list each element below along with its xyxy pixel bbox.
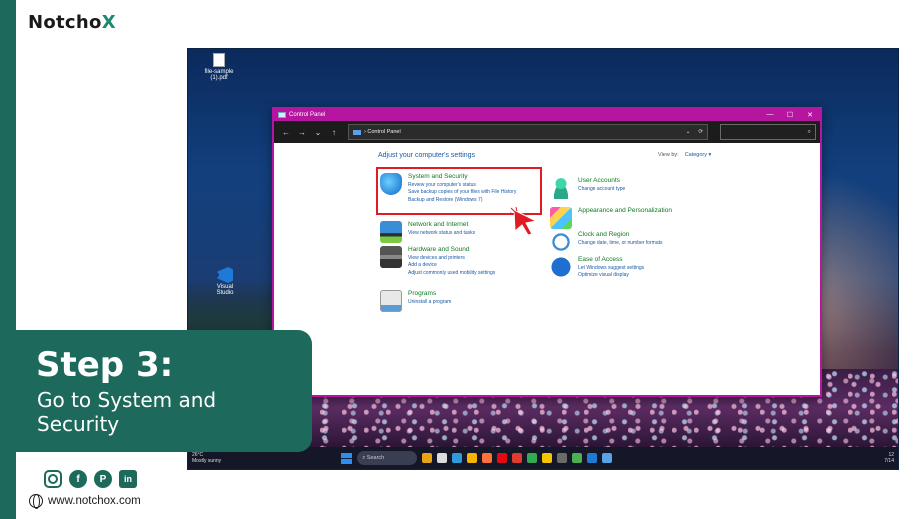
app-icon[interactable]: [587, 453, 598, 463]
category-clock-region[interactable]: Clock and Region Change date, time, or n…: [550, 231, 663, 253]
taskbar-search[interactable]: ⌕ Search: [357, 451, 418, 465]
control-panel-taskbar-icon[interactable]: [602, 453, 613, 463]
clock-icon: [550, 231, 572, 253]
search-icon: ⌕: [807, 128, 811, 135]
category-user-accounts[interactable]: User Accounts Change account type: [550, 177, 625, 199]
control-panel-icon: [278, 112, 286, 118]
weather-desc: Mostly sunny: [192, 458, 222, 464]
weather-widget[interactable]: 26°C Mostly sunny: [192, 452, 221, 464]
desktop-icon-pdf[interactable]: file-sample (1).pdf: [202, 53, 236, 81]
left-accent-strip: [0, 0, 16, 519]
back-arrow-icon[interactable]: ←: [278, 128, 294, 137]
close-button[interactable]: ✕: [800, 111, 820, 119]
printer-icon: [380, 246, 402, 268]
maximize-button[interactable]: ☐: [780, 111, 800, 119]
store-icon[interactable]: [437, 453, 448, 463]
clock-date: 7/14: [884, 458, 894, 464]
linkedin-icon[interactable]: in: [119, 470, 137, 488]
step-description: Go to System and Security: [37, 388, 217, 436]
category-title[interactable]: Clock and Region: [578, 231, 663, 238]
instagram-icon[interactable]: [44, 470, 62, 488]
view-by-label: View by:: [658, 152, 679, 158]
category-link[interactable]: Change date, time, or number formats: [578, 240, 663, 247]
recent-chevron-icon[interactable]: ⌄: [310, 128, 326, 137]
up-arrow-icon[interactable]: ↑: [326, 128, 342, 137]
address-bar[interactable]: › Control Panel ⌄ ⟳: [348, 124, 708, 140]
app-icon[interactable]: [557, 453, 568, 463]
globe-icon: [29, 494, 43, 509]
category-title[interactable]: Ease of Access: [578, 256, 644, 263]
app-icon[interactable]: [572, 453, 583, 463]
website-url: www.notchox.com: [48, 495, 141, 507]
notchox-logo: NotchoX: [28, 12, 116, 33]
refresh-icon[interactable]: ⟳: [698, 129, 703, 135]
category-ease-of-access[interactable]: Ease of Access Let Windows suggest setti…: [550, 256, 644, 280]
taskbar-search-label: Search: [366, 455, 385, 461]
network-icon: [380, 221, 402, 243]
category-hardware-sound[interactable]: Hardware and Sound View devices and prin…: [380, 246, 495, 277]
control-panel-small-icon: [353, 129, 361, 135]
search-input[interactable]: ⌕: [720, 124, 816, 140]
minimize-button[interactable]: —: [760, 111, 780, 119]
address-bar-row: ← → ⌄ ↑ › Control Panel ⌄ ⟳ ⌕: [274, 121, 820, 143]
website-link[interactable]: www.notchox.com: [29, 494, 141, 509]
category-title[interactable]: Network and Internet: [408, 221, 475, 228]
system-tray[interactable]: 12 7/14: [884, 452, 894, 464]
category-network-internet[interactable]: Network and Internet View network status…: [380, 221, 475, 243]
category-title[interactable]: Programs: [408, 290, 451, 297]
windows-start-icon[interactable]: [341, 452, 353, 464]
category-link[interactable]: Add a device: [408, 262, 495, 269]
desktop-icon-label: file-sample (1).pdf: [204, 69, 234, 81]
category-link[interactable]: View devices and printers: [408, 255, 495, 262]
facebook-icon[interactable]: f: [69, 470, 87, 488]
social-links: f P in: [44, 470, 137, 488]
netflix-icon[interactable]: [497, 453, 508, 463]
view-by: View by: Category ▾: [658, 152, 711, 158]
pinterest-icon[interactable]: P: [94, 470, 112, 488]
chrome-icon[interactable]: [527, 453, 538, 463]
window-title: Control Panel: [289, 112, 326, 118]
control-panel-content: Adjust your computer's settings View by:…: [274, 143, 820, 395]
view-by-dropdown[interactable]: Category ▾: [685, 152, 712, 158]
folder-icon[interactable]: [467, 453, 478, 463]
app-icon[interactable]: [512, 453, 523, 463]
category-title[interactable]: User Accounts: [578, 177, 625, 184]
address-text: Control Panel: [367, 129, 401, 135]
programs-icon: [380, 290, 402, 312]
appearance-icon: [550, 207, 572, 229]
firefox-icon[interactable]: [482, 453, 493, 463]
step-title: Step 3:: [36, 345, 174, 385]
category-link[interactable]: Let Windows suggest settings: [578, 265, 644, 272]
desktop-icon-label: Visual Studio: [216, 284, 234, 296]
accessibility-icon: [550, 256, 572, 278]
category-title[interactable]: Hardware and Sound: [408, 246, 495, 253]
file-explorer-icon[interactable]: [422, 453, 433, 463]
control-panel-window: Control Panel — ☐ ✕ ← → ⌄ ↑ › Control Pa…: [272, 107, 822, 397]
category-programs[interactable]: Programs Uninstall a program: [380, 290, 451, 312]
edge-icon[interactable]: [452, 453, 463, 463]
desktop-icon-visual-studio[interactable]: Visual Studio: [210, 267, 240, 296]
red-cursor-icon: [510, 207, 538, 236]
notes-icon[interactable]: [542, 453, 553, 463]
category-link[interactable]: Change account type: [578, 186, 625, 193]
forward-arrow-icon[interactable]: →: [294, 128, 310, 137]
category-link[interactable]: Adjust commonly used mobility settings: [408, 270, 495, 277]
category-title[interactable]: Appearance and Personalization: [578, 207, 672, 214]
pdf-file-icon: [213, 53, 225, 67]
category-appearance[interactable]: Appearance and Personalization: [550, 207, 672, 229]
category-link[interactable]: View network status and tasks: [408, 230, 475, 237]
user-icon: [550, 177, 572, 199]
visual-studio-icon: [217, 267, 233, 283]
category-link[interactable]: Uninstall a program: [408, 299, 451, 306]
window-titlebar[interactable]: Control Panel — ☐ ✕: [274, 109, 820, 121]
dropdown-chevron-icon[interactable]: ⌄: [686, 129, 691, 135]
category-link[interactable]: Optimize visual display: [578, 272, 644, 279]
page-title: Adjust your computer's settings: [378, 152, 476, 159]
